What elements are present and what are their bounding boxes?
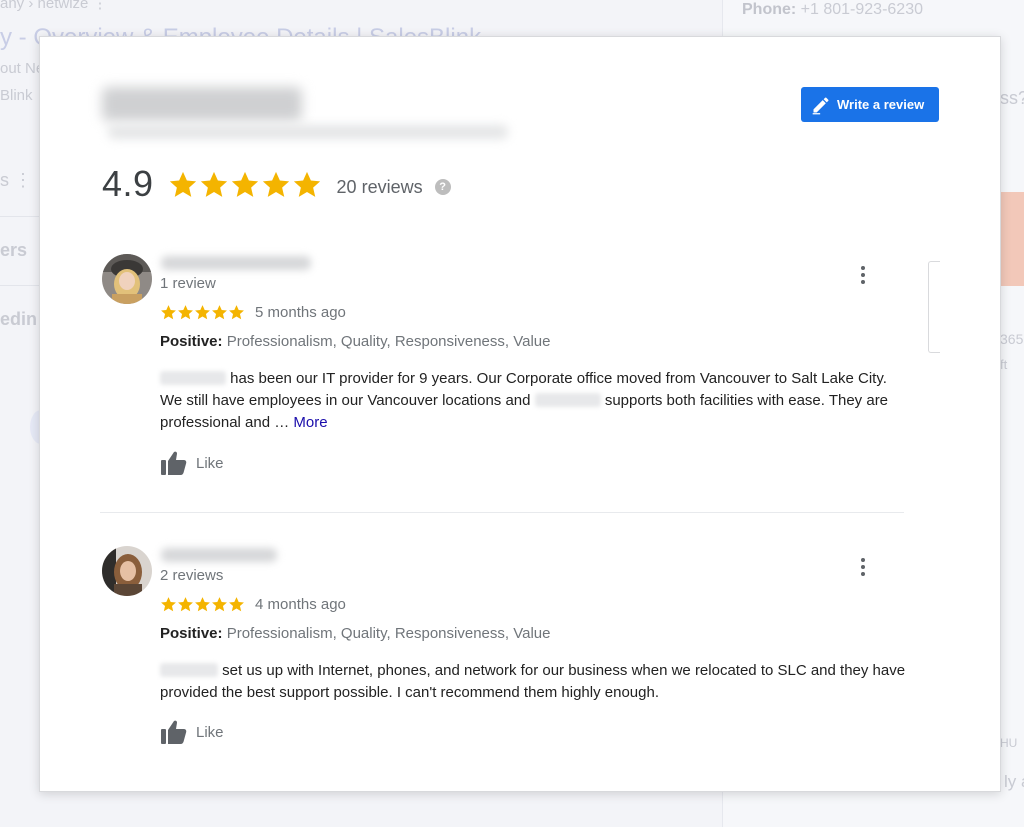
write-review-label: Write a review [837,97,925,112]
star-icon [161,597,176,612]
adjacent-panel-edge [928,261,940,353]
star-icon [262,171,289,197]
star-icon [212,597,227,612]
background-tab: s ⋮ [0,170,33,190]
write-review-button[interactable]: Write a review [801,87,939,122]
more-options-icon[interactable] [859,266,867,284]
pencil-icon [812,96,829,114]
review-rating: 4 months ago [160,596,346,613]
positive-values: Professionalism, Quality, Responsiveness… [226,333,551,350]
redacted-company-name [160,663,218,677]
business-name-redacted [98,83,518,151]
star-icon [231,171,258,197]
positive-label: Positive: [160,333,223,350]
background-breadcrumb: any › netwize ⋮ [0,0,108,12]
review-text: has been our IT provider for 9 years. Ou… [160,370,889,431]
background-logo [1000,192,1024,286]
background-side-text: ly a [1004,772,1024,791]
star-icon [195,597,210,612]
avatar[interactable] [102,254,152,304]
review-date: 4 months ago [255,596,346,613]
avatar[interactable] [102,546,152,596]
reviews-dialog: Write a review 4.9 20 reviews ? 1 review… [39,36,1001,792]
more-options-icon[interactable] [859,558,867,576]
reviewer-name-redacted [161,548,277,562]
star-icon [178,305,193,320]
reviewer-review-count: 2 reviews [160,567,224,584]
reviewer-name-redacted [161,256,311,270]
rating-stars [160,304,245,321]
rating-stars [160,596,245,613]
redacted-company-name [160,371,226,385]
star-icon [229,305,244,320]
star-icon [293,171,320,197]
star-icon [212,305,227,320]
thumbs-up-icon [161,451,187,475]
background-side-text: 365 [1000,331,1024,347]
rating-stars [168,170,323,200]
positive-label: Positive: [160,625,223,642]
background-side-text: ft [1000,357,1008,372]
review-rating: 5 months ago [160,304,346,321]
average-rating: 4.9 [102,163,154,204]
like-label: Like [196,723,224,741]
star-icon [161,305,176,320]
star-icon [200,171,227,197]
background-phone: Phone: +1 801-923-6230 [742,1,923,18]
like-label: Like [196,454,224,472]
like-button[interactable]: Like [160,450,224,476]
background-tab: ers [0,240,28,260]
star-icon [178,597,193,612]
thumbs-up-icon [161,720,187,744]
review-text: set us up with Internet, phones, and net… [160,662,906,701]
star-icon [169,171,196,197]
star-icon [195,305,210,320]
background-tab: edin [0,309,38,329]
positive-values: Professionalism, Quality, Responsiveness… [226,625,551,642]
review-date: 5 months ago [255,304,346,321]
review-attributes: Positive: Professionalism, Quality, Resp… [160,625,550,642]
review-attributes: Positive: Professionalism, Quality, Resp… [160,333,550,350]
help-icon[interactable]: ? [434,179,451,195]
background-question-text: ss? [1000,88,1024,108]
background-description-line: out Ne [0,60,45,77]
redacted-company-name [534,393,601,407]
background-side-text: HU [1000,736,1018,750]
like-button[interactable]: Like [160,719,224,745]
rating-summary: 4.9 20 reviews ? [102,159,451,209]
review-count: 20 reviews [336,176,423,197]
background-description-line: Blink [0,87,33,104]
more-link[interactable]: More [293,414,327,431]
review-divider [100,512,904,513]
reviewer-review-count: 1 review [160,275,216,292]
star-icon [229,597,244,612]
